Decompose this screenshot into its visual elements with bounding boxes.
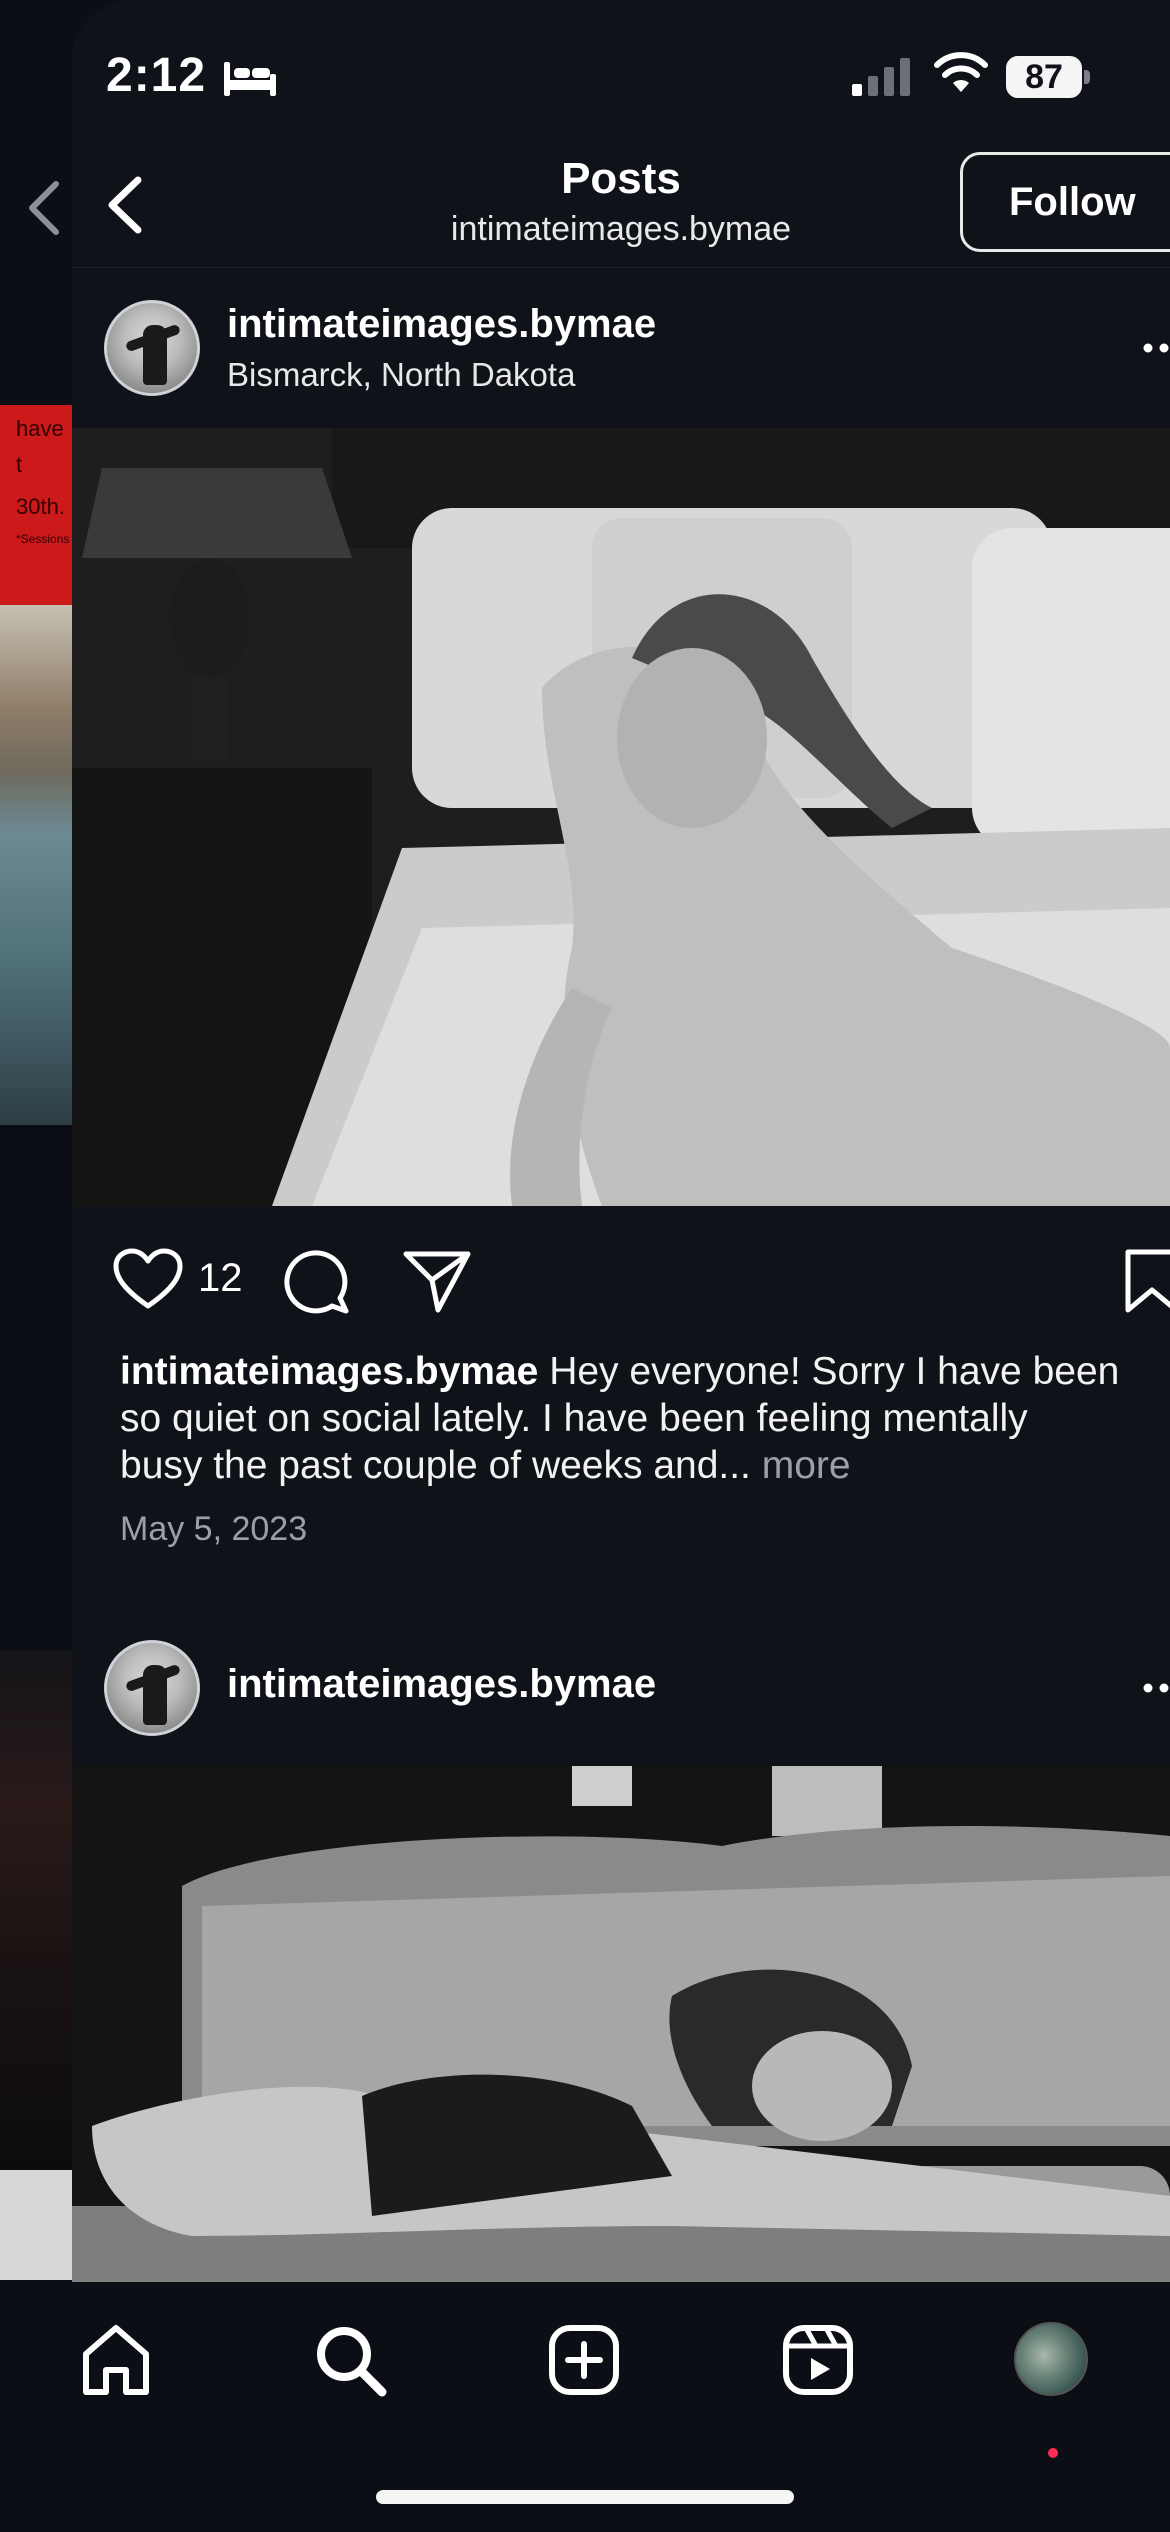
status-bar: 2:12 87 [72, 0, 1170, 150]
heart-icon[interactable] [112, 1248, 184, 1312]
post-actions: 12 [72, 1206, 1170, 1346]
background-red-text-3: *Sessions [16, 532, 70, 546]
background-red-tile: have t 30th. *Sessions [0, 405, 72, 605]
avatar[interactable] [104, 300, 200, 396]
caption-more-link[interactable]: more [762, 1444, 851, 1487]
avatar-2[interactable] [104, 1640, 200, 1736]
battery-icon: 87 [1006, 56, 1090, 98]
share-icon[interactable] [402, 1248, 472, 1314]
background-screen: have t 30th. *Sessions [0, 0, 72, 2532]
bedroom-photo [72, 428, 1170, 1206]
posts-header: Posts intimateimages.bymae Follow [72, 150, 1170, 268]
post-date: May 5, 2023 [120, 1510, 308, 1548]
like-count[interactable]: 12 [198, 1256, 243, 1301]
comment-icon[interactable] [282, 1246, 352, 1316]
battery-nub [1084, 70, 1090, 84]
post-username[interactable]: intimateimages.bymae [227, 302, 656, 347]
status-time: 2:12 [106, 49, 207, 102]
post-location[interactable]: Bismarck, North Dakota [227, 356, 575, 394]
post-header-2: intimateimages.bymae [72, 1606, 1170, 1766]
home-icon[interactable] [78, 2322, 154, 2398]
sofa-photo [72, 1766, 1170, 2282]
background-light-image [0, 2170, 72, 2280]
post-caption: intimateimages.bymae Hey everyone! Sorry… [120, 1348, 1120, 1489]
profile-avatar[interactable] [1014, 2322, 1088, 2396]
cellular-signal-icon [852, 58, 910, 96]
post-username-2[interactable]: intimateimages.bymae [227, 1662, 656, 1707]
reels-icon[interactable] [780, 2322, 856, 2398]
post-image[interactable] [72, 428, 1170, 1206]
caption-username[interactable]: intimateimages.bymae [120, 1350, 538, 1393]
follow-button[interactable]: Follow [960, 152, 1170, 252]
search-icon[interactable] [312, 2322, 388, 2398]
bookmark-icon[interactable] [1122, 1248, 1170, 1314]
more-options-icon-2[interactable] [1142, 1678, 1170, 1698]
background-red-text-1: have t [16, 416, 64, 477]
posts-sheet: 2:12 87 Posts intimateimages.bymae Follo… [72, 0, 1170, 2532]
notification-dot [1048, 2448, 1058, 2458]
wifi-icon [934, 52, 988, 92]
home-indicator[interactable] [376, 2490, 794, 2504]
create-icon[interactable] [546, 2322, 622, 2398]
background-red-text-2: 30th. [16, 494, 65, 519]
background-back-icon [29, 181, 59, 235]
battery-level: 87 [1006, 56, 1082, 98]
bed-icon [224, 62, 276, 96]
more-options-icon[interactable] [1142, 338, 1170, 358]
post-image-2[interactable] [72, 1766, 1170, 2282]
background-dark-image [0, 1650, 72, 2170]
post-header: intimateimages.bymae Bismarck, North Dak… [72, 268, 1170, 428]
background-coast-image [0, 605, 72, 1125]
